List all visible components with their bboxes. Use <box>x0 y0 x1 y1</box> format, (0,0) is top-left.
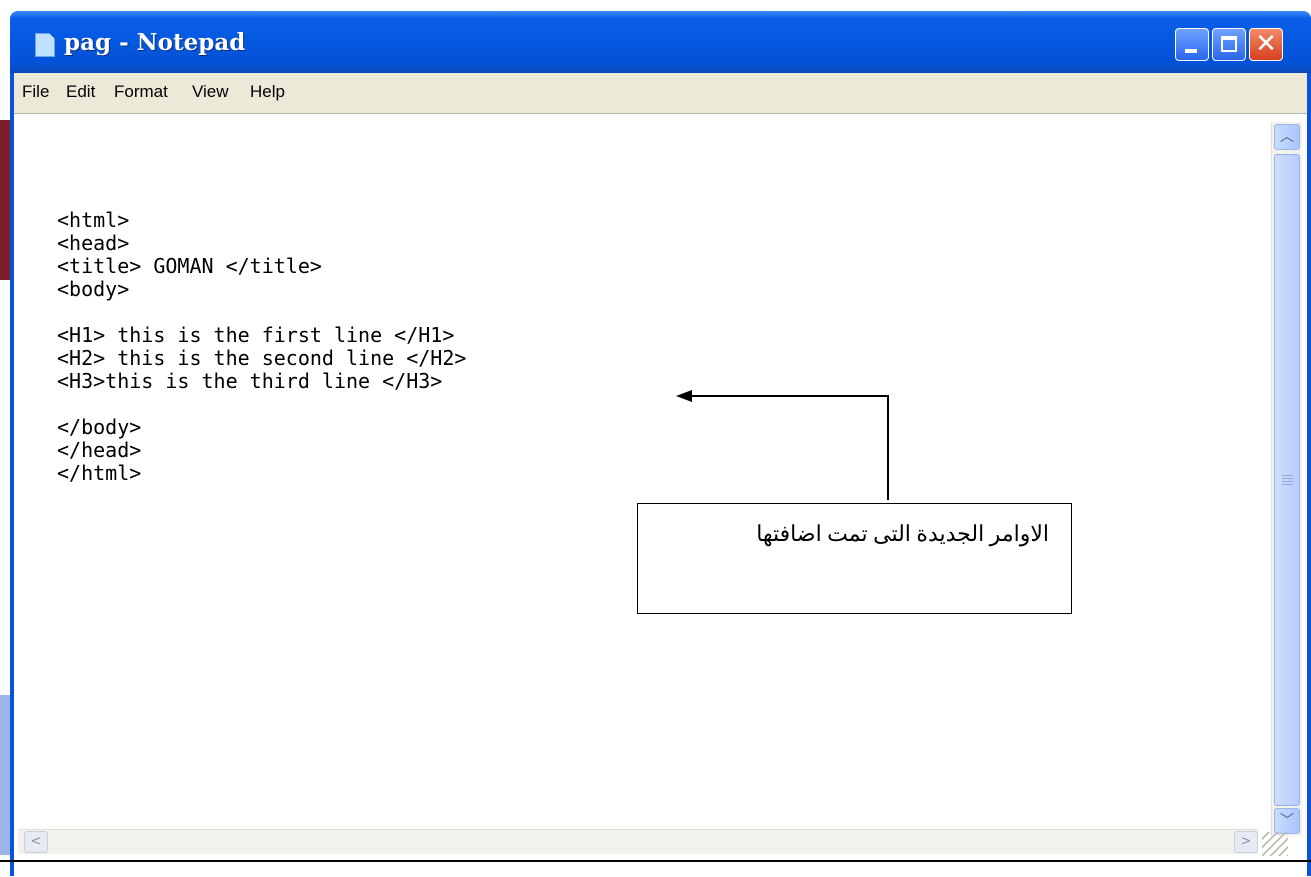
notepad-window: pag - Notepad ✕ File Edit Format View He… <box>10 11 1311 877</box>
grip-icon <box>1282 475 1293 485</box>
chevron-down-icon[interactable]: ﹀ <box>1274 808 1300 834</box>
minimize-button[interactable] <box>1175 28 1209 61</box>
menu-format[interactable]: Format <box>114 82 168 102</box>
chevron-right-icon[interactable]: > <box>1234 831 1258 853</box>
window-title: pag - Notepad <box>64 29 246 56</box>
minimize-icon <box>1185 49 1197 53</box>
close-icon: ✕ <box>1255 29 1277 59</box>
vertical-scrollbar[interactable]: ︿ ﹀ <box>1271 122 1302 836</box>
close-button[interactable]: ✕ <box>1249 28 1283 61</box>
menu-help[interactable]: Help <box>250 82 285 102</box>
maximize-button[interactable] <box>1212 28 1246 61</box>
chevron-left-icon[interactable]: < <box>24 831 48 853</box>
annotation-callout: الاوامر الجديدة التى تمت اضافتها <box>637 503 1072 614</box>
resize-grip-icon[interactable] <box>1262 832 1288 856</box>
annotation-text: الاوامر الجديدة التى تمت اضافتها <box>756 521 1049 546</box>
menu-edit[interactable]: Edit <box>66 82 95 102</box>
menu-view[interactable]: View <box>192 82 229 102</box>
maximize-icon <box>1221 36 1237 52</box>
scrollbar-thumb[interactable] <box>1274 154 1300 806</box>
divider <box>0 860 1311 862</box>
editor-text-content[interactable]: <html> <head> <title> GOMAN </title> <bo… <box>57 209 466 485</box>
title-bar[interactable]: pag - Notepad ✕ <box>10 11 1311 73</box>
menu-bar: File Edit Format View Help <box>14 73 1307 113</box>
notepad-icon[interactable] <box>35 33 55 57</box>
editor-area[interactable]: <html> <head> <title> GOMAN </title> <bo… <box>14 113 1307 877</box>
menu-file[interactable]: File <box>22 82 49 102</box>
chevron-up-icon[interactable]: ︿ <box>1274 124 1300 150</box>
horizontal-scrollbar[interactable]: < > <box>18 829 1258 854</box>
